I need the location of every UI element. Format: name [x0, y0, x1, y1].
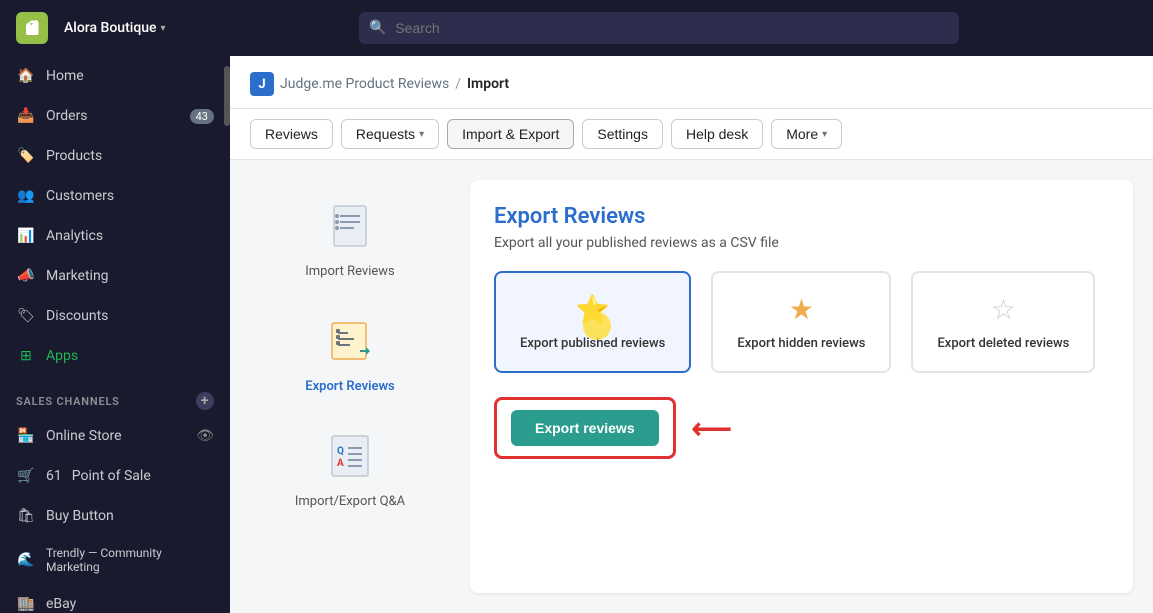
svg-text:Q: Q [337, 446, 344, 457]
tab-bar: Reviews Requests ▾ Import & Export Setti… [230, 109, 1153, 160]
deleted-star-icon: ☆ [991, 293, 1016, 326]
sales-channels-label: SALES CHANNELS + [0, 376, 230, 416]
export-action-area: Export reviews ⟵ [494, 397, 1109, 459]
products-icon: 🏷️ [16, 146, 36, 166]
sidebar-item-online-store[interactable]: 🏪 Online Store 👁 [0, 416, 230, 456]
pos-icon: 🛒 [16, 466, 36, 486]
topbar: Alora Boutique ▾ 🔍 [0, 0, 1153, 56]
tab-settings[interactable]: Settings [582, 119, 663, 149]
apps-icon: ⊞ [16, 346, 36, 366]
store-name[interactable]: Alora Boutique ▾ [64, 20, 166, 36]
sidebar: 🏠 Home 📥 Orders 43 🏷️ Products 👥 Custome… [0, 56, 230, 613]
tab-more[interactable]: More ▾ [771, 119, 842, 149]
tab-requests[interactable]: Requests ▾ [341, 119, 439, 149]
sidebar-item-products[interactable]: 🏷️ Products [0, 136, 230, 176]
page-sidebar-export-reviews[interactable]: Export Reviews [250, 295, 450, 410]
sidebar-item-apps[interactable]: ⊞ Apps [0, 336, 230, 376]
hidden-star-icon: ★ [789, 293, 814, 326]
content-area: J Judge.me Product Reviews / Import Revi… [230, 56, 1153, 613]
search-input[interactable] [359, 12, 959, 44]
sidebar-item-trendly[interactable]: 🌊 Trendly — Community Marketing [0, 536, 230, 584]
sidebar-item-ebay[interactable]: 🏬 eBay [0, 584, 230, 613]
customers-icon: 👥 [16, 186, 36, 206]
export-deleted-option[interactable]: ☆ Export deleted reviews [911, 271, 1095, 373]
breadcrumb: J Judge.me Product Reviews / Import [230, 56, 1153, 109]
analytics-icon: 📊 [16, 226, 36, 246]
home-icon: 🏠 [16, 66, 36, 86]
orders-icon: 📥 [16, 106, 36, 126]
export-hidden-option[interactable]: ★ Export hidden reviews [711, 271, 891, 373]
search-icon: 🔍 [369, 20, 386, 36]
add-sales-channel-button[interactable]: + [196, 392, 214, 410]
export-reviews-icon-box [320, 311, 380, 371]
sidebar-item-buy-button[interactable]: 🛍 Buy Button [0, 496, 230, 536]
import-reviews-icon-box [320, 196, 380, 256]
tab-help-desk[interactable]: Help desk [671, 119, 763, 149]
breadcrumb-separator: / [455, 76, 461, 92]
page-sidebar-import-reviews[interactable]: Import Reviews [250, 180, 450, 295]
orders-badge: 43 [190, 109, 214, 124]
sidebar-item-customers[interactable]: 👥 Customers [0, 176, 230, 216]
judge-me-logo: J [250, 72, 274, 96]
sidebar-item-orders[interactable]: 📥 Orders 43 [0, 96, 230, 136]
sidebar-item-discounts[interactable]: 🏷 Discounts [0, 296, 230, 336]
buy-button-icon: 🛍 [16, 506, 36, 526]
marketing-icon: 📣 [16, 266, 36, 286]
published-star-icon: ⭐ [575, 293, 610, 326]
search-bar[interactable]: 🔍 [359, 12, 959, 44]
main-layout: 🏠 Home 📥 Orders 43 🏷️ Products 👥 Custome… [0, 56, 1153, 613]
page-sidebar: Import Reviews [250, 180, 450, 593]
export-title: Export Reviews [494, 204, 1109, 229]
tab-reviews[interactable]: Reviews [250, 119, 333, 149]
sidebar-item-analytics[interactable]: 📊 Analytics [0, 216, 230, 256]
export-published-option[interactable]: ⭐ Export published reviews [494, 271, 691, 373]
store-chevron-icon: ▾ [161, 23, 166, 34]
sidebar-item-point-of-sale[interactable]: 🛒 61 Point of Sale [0, 456, 230, 496]
qa-icon-box: Q A [320, 426, 380, 486]
trendly-icon: 🌊 [16, 550, 36, 570]
export-reviews-button[interactable]: Export reviews [511, 410, 659, 446]
export-reviews-label: Export Reviews [305, 379, 395, 394]
main-panel: Export Reviews Export all your published… [470, 180, 1133, 593]
deleted-option-label: Export deleted reviews [937, 336, 1069, 351]
ebay-icon: 🏬 [16, 594, 36, 613]
requests-chevron-icon: ▾ [419, 129, 424, 140]
page-sidebar-qa[interactable]: Q A Import/Export Q&A [250, 410, 450, 525]
export-options: ⭐ Export published reviews ★ Export hidd… [494, 271, 1109, 373]
tab-import-export[interactable]: Import & Export [447, 119, 574, 149]
more-chevron-icon: ▾ [822, 129, 827, 140]
published-option-label: Export published reviews [520, 336, 665, 351]
hidden-option-label: Export hidden reviews [737, 336, 865, 351]
shopify-logo [16, 12, 48, 44]
page-content: Import Reviews [230, 160, 1153, 613]
qa-label: Import/Export Q&A [295, 494, 405, 509]
export-button-container: Export reviews [494, 397, 676, 459]
sidebar-item-marketing[interactable]: 📣 Marketing [0, 256, 230, 296]
export-subtitle: Export all your published reviews as a C… [494, 235, 1109, 251]
svg-text:A: A [337, 458, 344, 469]
import-reviews-label: Import Reviews [305, 264, 395, 279]
online-store-icon: 🏪 [16, 426, 36, 446]
eye-icon: 👁 [196, 428, 214, 444]
arrow-icon: ⟵ [692, 412, 732, 445]
discounts-icon: 🏷 [16, 306, 36, 326]
sidebar-item-home[interactable]: 🏠 Home [0, 56, 230, 96]
breadcrumb-current: Import [467, 76, 509, 92]
